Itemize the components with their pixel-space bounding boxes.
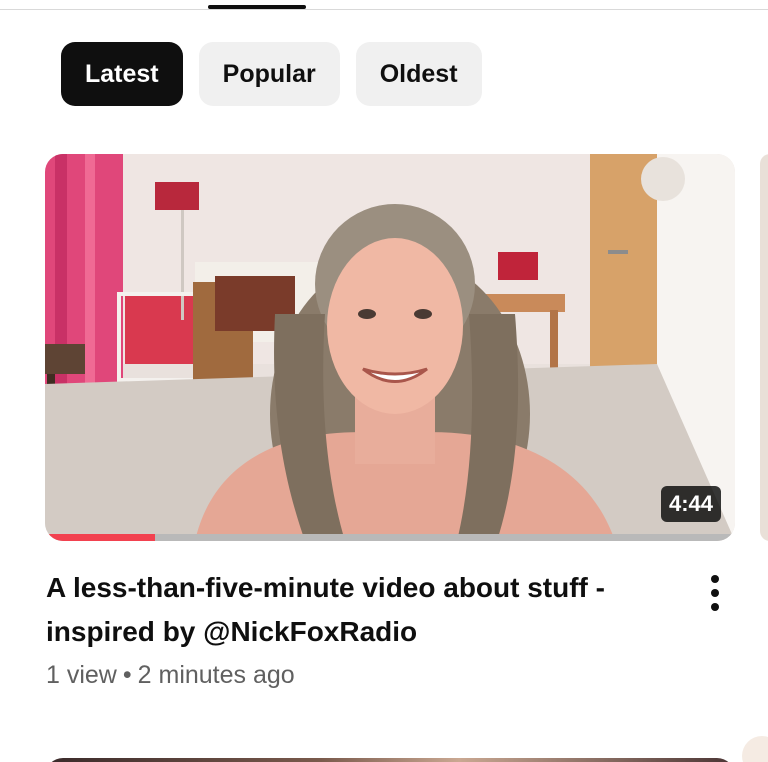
watch-progress-fill bbox=[45, 534, 156, 541]
upload-age: 2 minutes ago bbox=[137, 661, 295, 689]
video-title-line-2: inspired by @NickFoxRadio bbox=[46, 616, 418, 647]
sort-filter-chips: Latest Popular Oldest bbox=[61, 42, 482, 106]
thumbnail-image bbox=[45, 154, 735, 541]
video-title[interactable]: A less-than-five-minute video about stuf… bbox=[46, 566, 666, 654]
video-thumbnail[interactable]: 4:44 bbox=[45, 154, 735, 541]
video-duration-badge: 4:44 bbox=[660, 486, 721, 522]
more-options-icon[interactable] bbox=[698, 572, 732, 614]
view-count: 1 view bbox=[46, 661, 117, 689]
video-metadata: 1 view • 2 minutes ago bbox=[46, 661, 295, 690]
video-title-line-1: A less-than-five-minute video about stuf… bbox=[46, 572, 605, 603]
next-column-thumbnail-edge bbox=[760, 154, 768, 541]
active-tab-indicator bbox=[208, 5, 306, 9]
chip-oldest[interactable]: Oldest bbox=[355, 42, 482, 106]
tab-bar-divider bbox=[0, 9, 768, 10]
more-dot bbox=[711, 575, 719, 583]
watch-progress-bar bbox=[45, 534, 735, 541]
more-dot bbox=[711, 603, 719, 611]
meta-separator: • bbox=[122, 661, 132, 689]
next-channel-avatar-edge bbox=[742, 736, 768, 762]
chip-latest[interactable]: Latest bbox=[61, 42, 183, 106]
more-dot bbox=[711, 589, 719, 597]
chip-popular[interactable]: Popular bbox=[198, 42, 340, 106]
channel-videos-page: Latest Popular Oldest 4:44 A less-than-f… bbox=[0, 0, 768, 762]
next-video-thumbnail-edge[interactable] bbox=[45, 758, 735, 762]
